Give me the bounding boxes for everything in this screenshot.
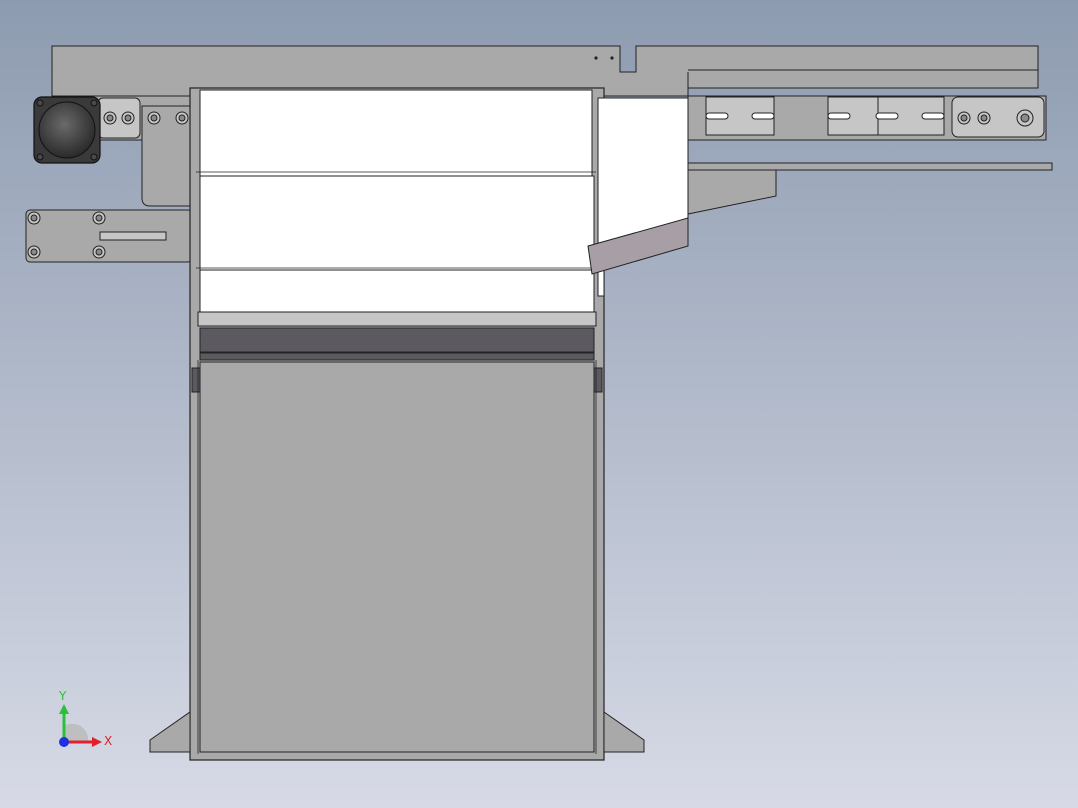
hopper-panel-middle xyxy=(199,175,595,271)
collection-bin xyxy=(199,361,595,753)
rail-hole xyxy=(610,56,614,60)
drive-motor[interactable] xyxy=(33,96,101,164)
model-view[interactable]: X Y xyxy=(0,0,1078,808)
rail-hole xyxy=(594,56,598,60)
clamp-band-light xyxy=(197,311,597,327)
hopper-panel-top xyxy=(199,89,593,177)
side-clip-right xyxy=(593,367,603,393)
slot-hole xyxy=(827,112,851,120)
mounting-plate xyxy=(25,209,193,263)
side-clip-left xyxy=(191,367,201,393)
slot-hole xyxy=(921,112,945,120)
hopper-panel-bottom xyxy=(199,269,595,315)
slot-hole xyxy=(875,112,899,120)
axis-y-label: Y xyxy=(58,689,67,703)
slot-hole xyxy=(751,112,775,120)
clamp-band-dark-thin xyxy=(199,352,595,361)
graphics-viewport[interactable]: X Y xyxy=(0,0,1078,808)
clamp-band-dark xyxy=(199,327,595,353)
slot-hole xyxy=(705,112,729,120)
guide-bar xyxy=(687,162,1053,171)
axis-x-label: X xyxy=(104,734,112,748)
